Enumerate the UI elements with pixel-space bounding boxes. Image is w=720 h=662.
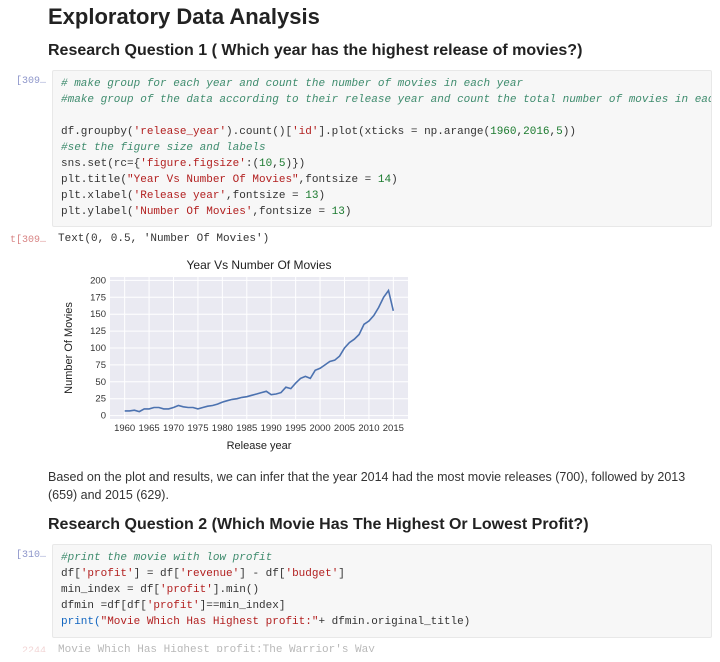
output-prompt-309: t[309… (8, 229, 52, 249)
svg-text:2005: 2005 (334, 423, 355, 434)
q2-heading: Research Question 2 (Which Movie Has The… (48, 516, 712, 534)
line-chart: 0 25 50 75 100 125 150 175 200 1960 196519701975 19… (58, 255, 418, 455)
q1-heading: Research Question 1 ( Which year has the… (48, 42, 712, 60)
input-prompt-310: [310… (8, 544, 52, 638)
code-310-body[interactable]: #print the movie with low profit df['pro… (52, 544, 712, 638)
svg-text:125: 125 (90, 327, 106, 338)
code-cell-309[interactable]: [309… # make group for each year and cou… (8, 70, 712, 227)
svg-text:Year Vs Number Of Movies: Year Vs Number Of Movies (187, 258, 332, 272)
output-309-body: Text(0, 0.5, 'Number Of Movies') (52, 229, 712, 249)
output-prompt-310: 2244 (8, 640, 52, 652)
svg-text:1975: 1975 (187, 423, 208, 434)
svg-text:Release year: Release year (227, 440, 292, 452)
chart-output-309: 0 25 50 75 100 125 150 175 200 1960 196519701975 19… (8, 251, 712, 459)
code-cell-310[interactable]: [310… #print the movie with low profit d… (8, 544, 712, 638)
svg-text:1980: 1980 (212, 423, 233, 434)
code-309-body[interactable]: # make group for each year and count the… (52, 70, 712, 227)
chart-container: 0 25 50 75 100 125 150 175 200 1960 196519701975 19… (52, 251, 712, 459)
svg-text:1985: 1985 (236, 423, 257, 434)
svg-text:50: 50 (95, 377, 106, 388)
svg-text:2000: 2000 (309, 423, 330, 434)
svg-text:1995: 1995 (285, 423, 306, 434)
svg-text:1960: 1960 (114, 423, 135, 434)
output-text-309: t[309… Text(0, 0.5, 'Number Of Movies') (8, 229, 712, 249)
svg-text:0: 0 (101, 411, 106, 422)
svg-text:Number Of Movies: Number Of Movies (63, 302, 75, 394)
output-310-body: Movie Which Has Highest profit:The Warri… (52, 640, 712, 652)
output-text-310: 2244 Movie Which Has Highest profit:The … (8, 640, 712, 652)
svg-text:1970: 1970 (163, 423, 184, 434)
svg-text:200: 200 (90, 276, 106, 287)
svg-text:150: 150 (90, 310, 106, 321)
svg-text:1990: 1990 (261, 423, 282, 434)
svg-text:75: 75 (95, 360, 106, 371)
svg-text:2015: 2015 (383, 423, 404, 434)
input-prompt-309: [309… (8, 70, 52, 227)
eda-heading: Exploratory Data Analysis (48, 4, 712, 30)
svg-text:1965: 1965 (139, 423, 160, 434)
svg-text:175: 175 (90, 293, 106, 304)
svg-text:2010: 2010 (358, 423, 379, 434)
q1-conclusion: Based on the plot and results, we can in… (48, 469, 712, 504)
svg-text:100: 100 (90, 343, 106, 354)
svg-text:25: 25 (95, 394, 106, 405)
